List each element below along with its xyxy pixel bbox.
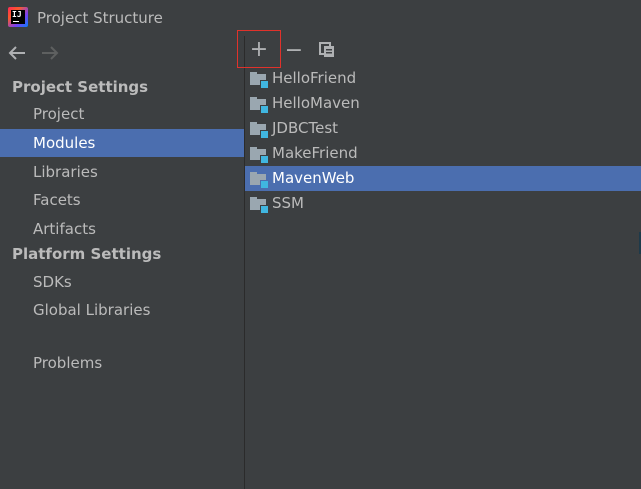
module-folder-icon	[250, 172, 269, 189]
module-label: SSM	[272, 194, 304, 212]
window-title: Project Structure	[37, 9, 163, 27]
sidebar-item-problems[interactable]: Problems	[0, 349, 244, 377]
module-folder-icon	[250, 72, 269, 89]
module-label: MakeFriend	[272, 144, 358, 162]
remove-module-button[interactable]: −	[280, 36, 308, 64]
project-settings-header: Project Settings	[12, 78, 149, 96]
copy-icon	[319, 42, 334, 57]
module-folder-icon	[250, 97, 269, 114]
platform-settings-header: Platform Settings	[12, 245, 162, 263]
module-item[interactable]: MakeFriend	[245, 141, 641, 166]
module-label: MavenWeb	[272, 169, 355, 187]
module-label: HelloFriend	[272, 69, 357, 87]
sidebar-item-libraries[interactable]: Libraries	[0, 158, 244, 186]
module-item[interactable]: JDBCTest	[245, 116, 641, 141]
module-folder-icon	[250, 122, 269, 139]
plus-icon: +	[249, 36, 269, 62]
module-label: JDBCTest	[272, 119, 339, 137]
sidebar-item-facets[interactable]: Facets	[0, 186, 244, 214]
module-item[interactable]: SSM	[245, 191, 641, 216]
module-list: HelloFriend HelloMaven JDBCTest MakeFrie…	[245, 66, 641, 216]
sidebar-item-global-libraries[interactable]: Global Libraries	[0, 296, 244, 324]
minus-icon: −	[284, 37, 304, 63]
copy-module-button[interactable]	[313, 36, 341, 64]
module-folder-icon	[250, 147, 269, 164]
arrow-left-icon[interactable]	[5, 41, 29, 65]
sidebar-item-modules[interactable]: Modules	[0, 129, 244, 157]
title-bar: IJ Project Structure	[0, 0, 641, 36]
module-item-selected[interactable]: MavenWeb	[245, 166, 641, 191]
module-label: HelloMaven	[272, 94, 360, 112]
module-item[interactable]: HelloMaven	[245, 91, 641, 116]
arrow-right-icon[interactable]	[38, 41, 62, 65]
settings-sidebar: Project Settings Project Modules Librari…	[0, 36, 244, 489]
add-module-button[interactable]: +	[237, 30, 281, 68]
sidebar-item-artifacts[interactable]: Artifacts	[0, 215, 244, 243]
sidebar-item-sdks[interactable]: SDKs	[0, 268, 244, 296]
modules-panel: + − HelloFriend HelloMaven JDBCTest Make…	[237, 30, 641, 489]
sidebar-item-project[interactable]: Project	[0, 100, 244, 128]
module-folder-icon	[250, 197, 269, 214]
intellij-idea-icon: IJ	[8, 7, 28, 27]
module-item[interactable]: HelloFriend	[245, 66, 641, 91]
